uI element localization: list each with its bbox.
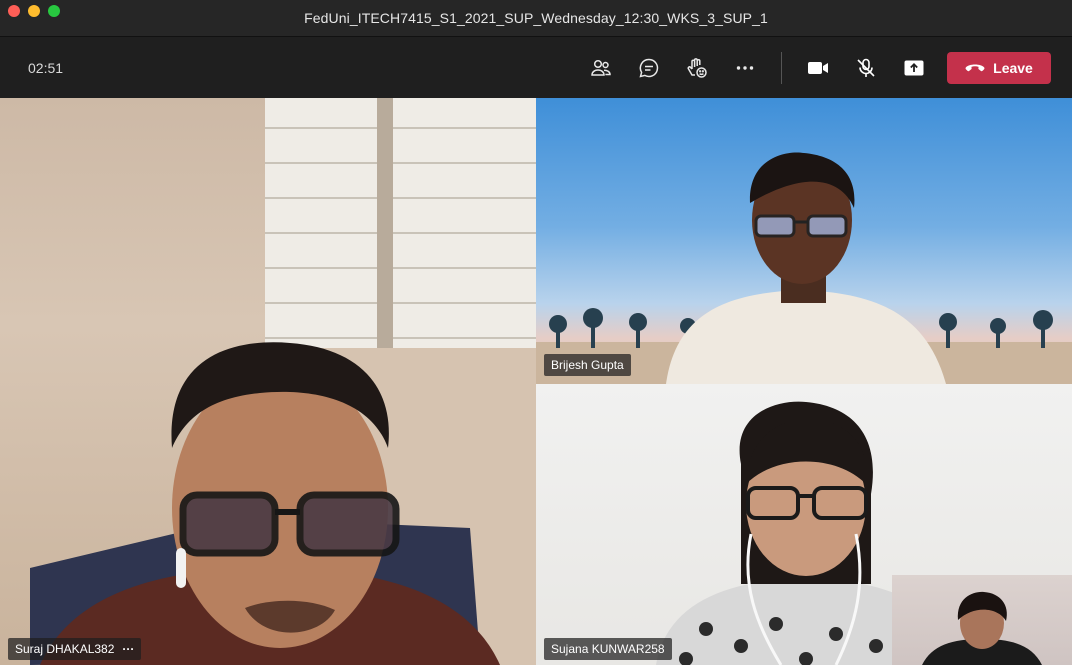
participant-name: Brijesh Gupta — [551, 358, 624, 372]
video-tile-top-right[interactable]: Brijesh Gupta — [536, 98, 1072, 384]
chat-icon — [639, 58, 659, 78]
mic-muted-icon — [857, 58, 875, 77]
title-bar: FedUni_ITECH7415_S1_2021_SUP_Wednesday_1… — [0, 0, 1072, 37]
participants-icon — [591, 59, 611, 76]
participant-name-tag: Brijesh Gupta — [544, 354, 631, 376]
participant-name: Suraj DHAKAL382 — [15, 642, 115, 656]
more-actions-button[interactable] — [729, 52, 761, 84]
self-video — [922, 591, 1042, 665]
participants-button[interactable] — [585, 52, 617, 84]
self-view-tile[interactable] — [892, 575, 1072, 665]
more-icon — [736, 66, 754, 70]
participant-video — [30, 98, 536, 665]
microphone-button[interactable] — [850, 52, 882, 84]
window-title: FedUni_ITECH7415_S1_2021_SUP_Wednesday_1… — [304, 10, 768, 26]
participant-name-tag: Suraj DHAKAL382 ··· — [8, 638, 142, 660]
camera-icon — [808, 62, 828, 74]
reactions-icon — [687, 58, 707, 78]
chat-button[interactable] — [633, 52, 665, 84]
meeting-timer: 02:51 — [28, 60, 64, 76]
reactions-button[interactable] — [681, 52, 713, 84]
hang-up-icon — [965, 64, 985, 72]
leave-button[interactable]: Leave — [947, 52, 1051, 84]
meeting-toolbar: 02:51 Leave — [0, 38, 1072, 98]
share-screen-button[interactable] — [898, 52, 930, 84]
participant-options-button[interactable]: ··· — [122, 642, 134, 656]
participant-name: Sujana KUNWAR258 — [551, 642, 665, 656]
participant-video — [536, 152, 1072, 384]
share-icon — [904, 60, 924, 76]
video-tile-main[interactable]: Suraj DHAKAL382 ··· — [0, 98, 536, 665]
camera-button[interactable] — [802, 52, 834, 84]
participant-name-tag: Sujana KUNWAR258 — [544, 638, 672, 660]
toolbar-divider — [781, 52, 782, 84]
leave-label: Leave — [993, 60, 1033, 76]
